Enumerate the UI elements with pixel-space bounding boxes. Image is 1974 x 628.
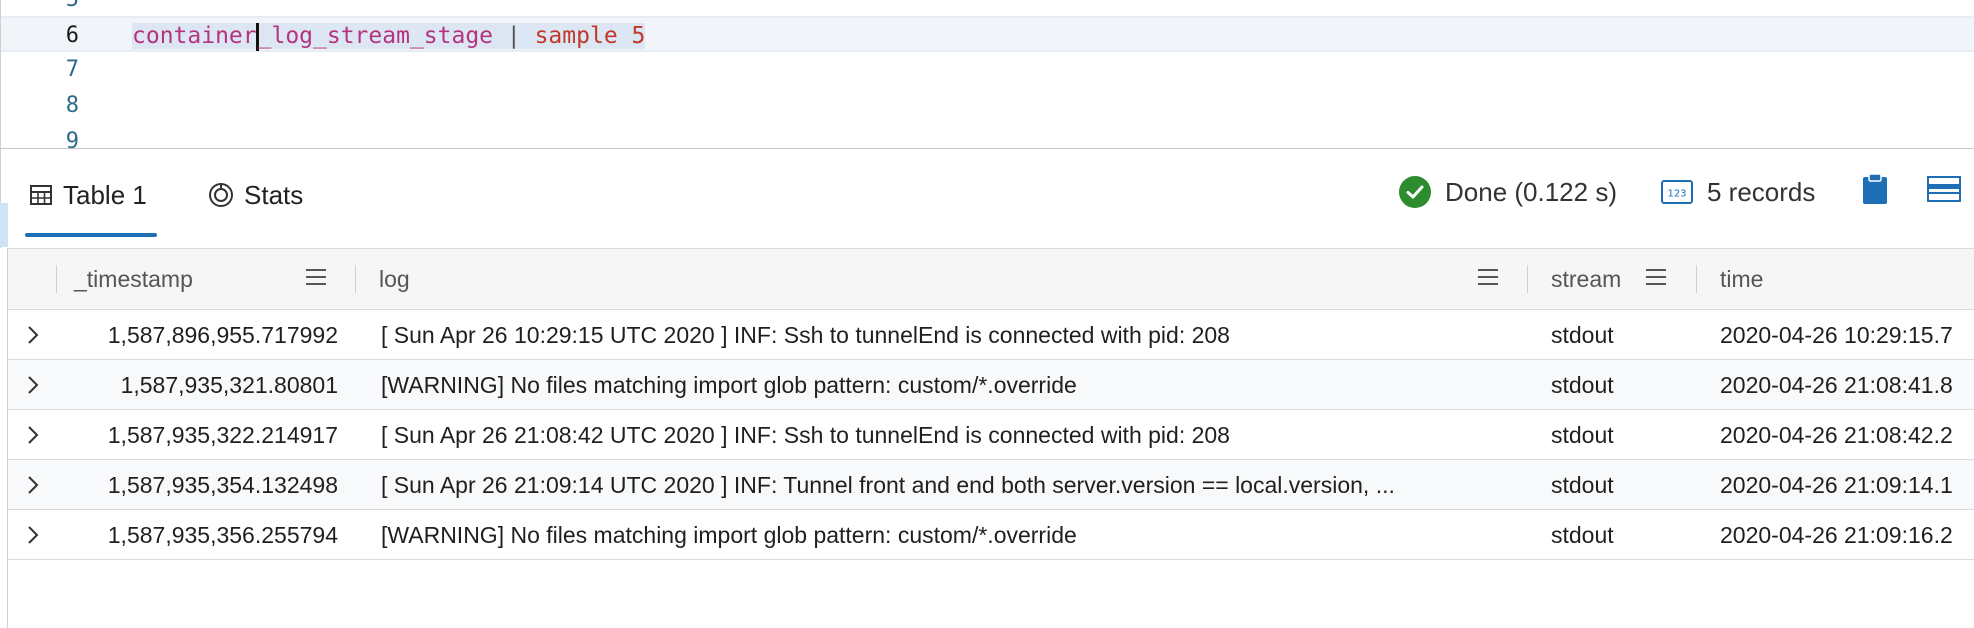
table-header: _timestamp log stream time (8, 248, 1974, 310)
record-count-text: 5 records (1707, 176, 1816, 207)
query-status: Done (0.122 s) (1399, 149, 1617, 235)
cell-log: [ Sun Apr 26 21:08:42 UTC 2020 ] INF: Ss… (381, 422, 1230, 448)
tab-table-1[interactable]: Table 1 (29, 149, 147, 241)
cell-log: [WARNING] No files matching import glob … (381, 522, 1077, 548)
line-number: 7 (65, 57, 79, 82)
cell-time: 2020-04-26 21:09:14.1 (1720, 472, 1953, 498)
query-pipe: | (493, 23, 535, 49)
line-number: 8 (65, 93, 79, 118)
cell-stream: stdout (1551, 472, 1614, 498)
chevron-right-icon[interactable] (22, 324, 44, 346)
cell-time: 2020-04-26 21:08:42.2 (1720, 422, 1953, 448)
column-separator[interactable] (1696, 265, 1697, 293)
table-row[interactable]: 1,587,935,321.80801 [WARNING] No files m… (8, 360, 1974, 410)
cell-time: 2020-04-26 21:09:16.2 (1720, 522, 1953, 548)
numeric-123-icon: 123 (1661, 180, 1693, 204)
svg-text:123: 123 (1667, 189, 1686, 200)
cell-stream: stdout (1551, 322, 1614, 348)
column-header-timestamp[interactable]: _timestamp (74, 249, 193, 309)
table-row[interactable]: 1,587,896,955.717992 [ Sun Apr 26 10:29:… (8, 310, 1974, 360)
column-header-stream[interactable]: stream (1551, 249, 1621, 309)
cell-timestamp: 1,587,935,321.80801 (120, 372, 338, 398)
cell-stream: stdout (1551, 372, 1614, 398)
column-separator[interactable] (1527, 265, 1528, 293)
copy-button[interactable] (1861, 149, 1889, 235)
query-code[interactable]: container_log_stream_stage | sample 5 (132, 18, 646, 54)
column-separator (56, 265, 57, 293)
table-row[interactable]: 1,587,935,354.132498 [ Sun Apr 26 21:09:… (8, 460, 1974, 510)
status-done-text: Done (0.122 s) (1445, 176, 1617, 207)
table-row[interactable]: 1,587,935,356.255794 [WARNING] No files … (8, 510, 1974, 560)
results-table: _timestamp log stream time 1,587,896,955… (7, 248, 1974, 628)
check-circle-icon (1399, 176, 1431, 208)
chevron-right-icon[interactable] (22, 474, 44, 496)
cell-timestamp: 1,587,935,356.255794 (107, 522, 338, 548)
column-header-log[interactable]: log (379, 249, 410, 309)
table-row[interactable]: 1,587,935,322.214917 [ Sun Apr 26 21:08:… (8, 410, 1974, 460)
tab-label: Table 1 (63, 179, 147, 210)
line-number: 6 (65, 23, 79, 48)
layout-toggle-button[interactable] (1927, 149, 1961, 235)
chevron-right-icon[interactable] (22, 374, 44, 396)
layout-split-icon (1927, 175, 1961, 209)
query-table-name-start: container (132, 23, 257, 49)
active-tab-indicator (25, 233, 157, 237)
cell-time: 2020-04-26 10:29:15.7 (1720, 322, 1953, 348)
column-menu-icon[interactable] (1478, 269, 1498, 287)
query-editor[interactable]: 5 6 container_log_stream_stage | sample … (0, 0, 1974, 154)
query-argument: 5 (631, 23, 646, 49)
tab-label: Stats (244, 179, 304, 210)
cell-stream: stdout (1551, 422, 1614, 448)
cell-timestamp: 1,587,935,354.132498 (107, 472, 338, 498)
stats-target-icon (208, 182, 234, 208)
column-menu-icon[interactable] (1646, 269, 1666, 287)
results-toolbar: Table 1 Stats Done (0.122 s) 123 5 recor… (0, 148, 1974, 248)
cell-timestamp: 1,587,935,322.214917 (107, 422, 338, 448)
cell-log: [ Sun Apr 26 21:09:14 UTC 2020 ] INF: Tu… (381, 472, 1395, 498)
tab-stats[interactable]: Stats (208, 149, 303, 241)
record-count: 123 5 records (1661, 149, 1815, 235)
column-menu-icon[interactable] (306, 269, 326, 287)
chevron-right-icon[interactable] (22, 524, 44, 546)
table-grid-icon (29, 183, 53, 207)
chevron-right-icon[interactable] (22, 424, 44, 446)
cell-time: 2020-04-26 21:08:41.8 (1720, 372, 1953, 398)
query-operator: sample (534, 23, 618, 49)
column-header-time[interactable]: time (1720, 249, 1763, 309)
cell-log: [WARNING] No files matching import glob … (381, 372, 1077, 398)
editor-line-active[interactable]: 6 container_log_stream_stage | sample 5 (1, 16, 1974, 52)
query-table-name-end: _log_stream_stage (257, 23, 494, 49)
cell-timestamp: 1,587,896,955.717992 (107, 322, 338, 348)
editor-line: 7 (1, 52, 1974, 88)
column-separator[interactable] (355, 265, 356, 293)
cell-log: [ Sun Apr 26 10:29:15 UTC 2020 ] INF: Ss… (381, 322, 1230, 348)
clipboard-icon (1861, 172, 1889, 212)
editor-line: 8 (1, 88, 1974, 124)
panel-resize-marker (0, 203, 8, 247)
cell-stream: stdout (1551, 522, 1614, 548)
